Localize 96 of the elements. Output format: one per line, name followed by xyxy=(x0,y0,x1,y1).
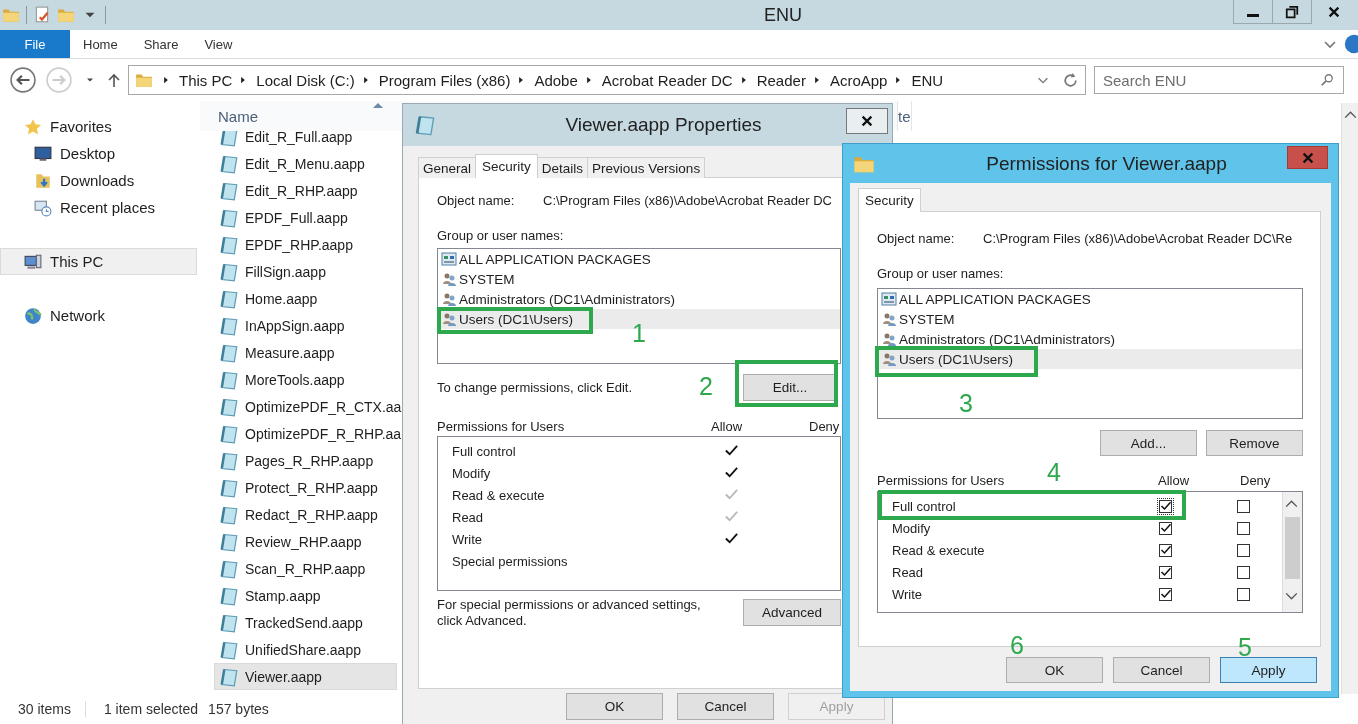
breadcrumb-item[interactable]: ENU xyxy=(911,71,944,89)
file-item[interactable]: TrackedSend.aapp xyxy=(214,609,397,636)
permission-label: Write xyxy=(892,586,924,602)
tab[interactable]: Security xyxy=(858,188,921,212)
column-header[interactable]: te xyxy=(898,101,912,131)
step-number: 3 xyxy=(959,390,973,416)
breadcrumb-item[interactable]: Adobe xyxy=(534,71,578,89)
dialog-button[interactable]: OK xyxy=(1006,657,1103,683)
step-number: 4 xyxy=(1047,459,1061,485)
file-item[interactable]: EPDF_Full.aapp xyxy=(214,204,397,231)
file-item[interactable]: OptimizePDF_R_RHP.aa xyxy=(214,420,403,447)
breadcrumb-item[interactable]: Program Files (x86) xyxy=(378,71,511,89)
nav-item[interactable]: Desktop xyxy=(0,140,197,167)
status-text: 1 item selected xyxy=(103,701,199,717)
dialog-title: Permissions for Viewer.aapp xyxy=(986,152,1227,175)
file-item[interactable]: Pages_R_RHP.aapp xyxy=(214,447,397,474)
address-bar[interactable]: This PC Local Disk (C:) Program Files (x86) Adobe Acrobat Reader DC Reader AcroApp ENU xyxy=(128,65,1086,95)
file-item[interactable]: Viewer.aapp xyxy=(214,663,397,690)
edit-button[interactable]: Edit... xyxy=(743,373,837,401)
permission-label: Write xyxy=(452,531,484,547)
file-item[interactable]: Edit_R_Full.aapp xyxy=(214,131,397,150)
advanced-button[interactable]: Advanced xyxy=(743,599,841,626)
file-item[interactable]: FillSign.aapp xyxy=(214,258,397,285)
section-label: Permissions for Users xyxy=(437,418,565,434)
field-label: Object name: xyxy=(877,231,956,248)
permission-label: Read & execute xyxy=(892,542,986,558)
section-label: Group or user names: xyxy=(877,266,1005,283)
section-label: Permissions for Users xyxy=(877,472,1005,488)
dialog-button[interactable]: Add... xyxy=(1100,430,1197,456)
file-item[interactable]: UnifiedShare.aapp xyxy=(214,636,397,663)
user-list-item[interactable]: SYSTEM xyxy=(878,309,1302,329)
file-item[interactable]: OptimizePDF_R_CTX.aa xyxy=(214,393,403,420)
field-label: Object name: xyxy=(437,193,516,210)
column-header: Deny xyxy=(809,418,841,434)
file-item[interactable]: Home.aapp xyxy=(214,285,397,312)
user-list-item[interactable]: Administrators (DC1\Administrators) xyxy=(878,329,1302,349)
user-list-item[interactable]: ALL APPLICATION PACKAGES xyxy=(438,249,840,269)
tab[interactable]: General xyxy=(418,157,477,178)
breadcrumb-item[interactable]: Acrobat Reader DC xyxy=(601,71,733,89)
column-header: Allow xyxy=(711,418,744,434)
dialog-button[interactable]: OK xyxy=(566,693,663,720)
breadcrumb-item[interactable]: Reader xyxy=(756,71,806,89)
nav-item[interactable]: Network xyxy=(0,302,197,329)
file-item[interactable]: EPDF_RHP.aapp xyxy=(214,231,397,258)
tab[interactable]: Previous Versions xyxy=(587,157,706,178)
permission-label: Read xyxy=(892,564,925,580)
object-name: C:\Program Files (x86)\Adobe\Acrobat Reader DC xyxy=(543,193,832,210)
step-number: 5 xyxy=(1238,634,1252,660)
object-name: C:\Program Files (x86)\Adobe\Acrobat Reader DC\Re xyxy=(983,231,1293,248)
file-tab[interactable]: File xyxy=(0,30,70,58)
file-item[interactable]: MoreTools.aapp xyxy=(214,366,397,393)
permission-label: Read & execute xyxy=(452,487,546,503)
permission-label: Special permissions xyxy=(452,553,569,569)
file-item[interactable]: Edit_R_Menu.aapp xyxy=(214,150,397,177)
dialog-button[interactable]: Remove xyxy=(1206,430,1303,456)
file-item[interactable]: InAppSign.aapp xyxy=(214,312,397,339)
breadcrumb-item[interactable]: This PC xyxy=(179,71,233,89)
file-item[interactable]: Redact_R_RHP.aapp xyxy=(214,501,397,528)
window-title: ENU xyxy=(764,4,802,26)
step-number: 6 xyxy=(1010,632,1024,658)
permission-label: Full control xyxy=(892,498,957,514)
status-text: 30 items xyxy=(18,701,86,717)
user-list-item[interactable]: Users (DC1\Users) xyxy=(878,349,1302,369)
section-label: Group or user names: xyxy=(437,228,565,245)
dialog-button[interactable]: Apply xyxy=(1220,657,1317,683)
dialog-button[interactable]: Cancel xyxy=(677,693,774,720)
column-header: Deny xyxy=(1240,472,1272,488)
user-list-item[interactable]: ALL APPLICATION PACKAGES xyxy=(878,289,1302,309)
breadcrumb-item[interactable]: AcroApp xyxy=(829,71,888,89)
file-item[interactable]: Protect_R_RHP.aapp xyxy=(214,474,397,501)
tab[interactable]: Security xyxy=(475,154,538,178)
permission-label: Modify xyxy=(452,465,492,481)
dialog-button[interactable]: Cancel xyxy=(1113,657,1210,683)
nav-item[interactable]: Downloads xyxy=(0,167,197,194)
permission-label: Read xyxy=(452,509,485,525)
tab[interactable]: Details xyxy=(536,157,589,178)
file-item[interactable]: Measure.aapp xyxy=(214,339,397,366)
permission-label: Full control xyxy=(452,443,517,459)
file-item[interactable]: Edit_R_RHP.aapp xyxy=(214,177,397,204)
user-list-item[interactable]: SYSTEM xyxy=(438,269,840,289)
file-item[interactable]: Stamp.aapp xyxy=(214,582,397,609)
nav-item[interactable]: Favorites xyxy=(0,113,197,140)
nav-item[interactable]: Recent places xyxy=(0,194,197,221)
nav-item[interactable]: This PC xyxy=(0,248,197,275)
user-list-item[interactable]: Administrators (DC1\Administrators) xyxy=(438,289,840,309)
hint-text: To change permissions, click Edit. xyxy=(437,379,633,395)
step-number: 2 xyxy=(699,373,713,399)
file-item[interactable]: Scan_R_RHP.aapp xyxy=(214,555,397,582)
file-item[interactable]: Review_RHP.aapp xyxy=(214,528,397,555)
status-text: 157 bytes xyxy=(208,701,269,717)
permission-label: Modify xyxy=(892,520,932,536)
search-field[interactable]: Search ENU xyxy=(1094,66,1344,94)
hint-text: For special permissions or advanced settings, click Advanced. xyxy=(437,597,702,629)
column-header: Allow xyxy=(1158,472,1191,488)
breadcrumb-item[interactable]: Local Disk (C:) xyxy=(256,71,355,89)
dialog-title: Viewer.aapp Properties xyxy=(565,114,762,136)
